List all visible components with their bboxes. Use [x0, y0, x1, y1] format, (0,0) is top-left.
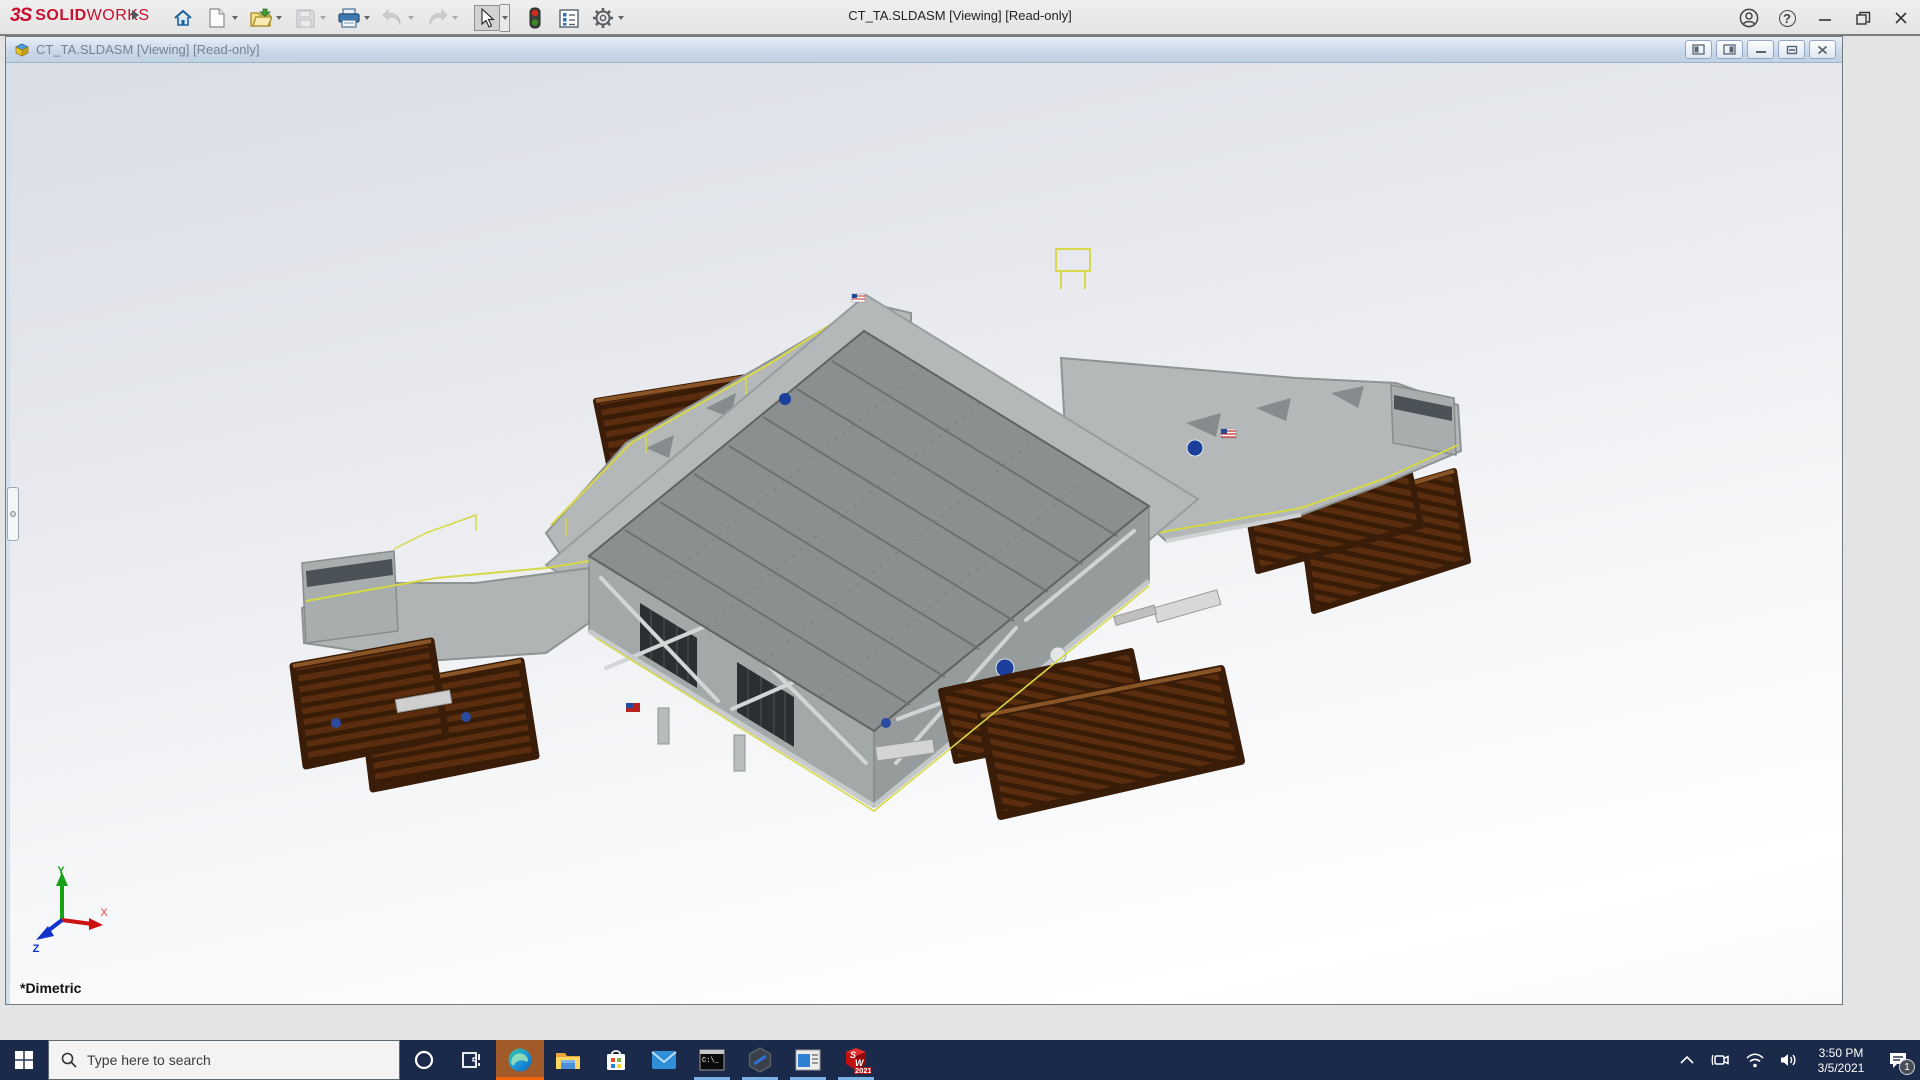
triad-y-label: Y: [57, 865, 65, 877]
feature-tree-splitter[interactable]: [7, 487, 19, 541]
taskbar-app-hexagon[interactable]: [736, 1040, 784, 1080]
taskbar-app-task-view[interactable]: [448, 1040, 496, 1080]
task-view-icon: [461, 1049, 483, 1071]
user-icon: [1739, 8, 1759, 28]
hexagon-app-icon: [747, 1047, 773, 1073]
taskbar-app-command-prompt[interactable]: C:\_: [688, 1040, 736, 1080]
pane-right-icon: [1723, 44, 1736, 55]
close-button[interactable]: [1882, 1, 1920, 35]
taskbar-search[interactable]: Type here to search: [48, 1040, 400, 1080]
tray-network-button[interactable]: [1738, 1040, 1772, 1080]
window-app-icon: [795, 1049, 821, 1071]
clock-date: 3/5/2021: [1806, 1061, 1876, 1076]
solidworks-application: 3S SOLIDWORKS: [0, 0, 1920, 1080]
minimize-button[interactable]: [1806, 1, 1844, 35]
minimize-icon: [1818, 11, 1832, 25]
nasa-logo: [779, 393, 791, 405]
action-center-button[interactable]: 1: [1876, 1040, 1920, 1080]
document-title: CT_TA.SLDASM [Viewing] [Read-only]: [36, 42, 260, 57]
user-account-button[interactable]: [1730, 1, 1768, 35]
search-icon: [61, 1052, 77, 1068]
taskbar-app-file-explorer[interactable]: [544, 1040, 592, 1080]
us-flag: [852, 294, 865, 302]
tray-clock[interactable]: 3:50 PM 3/5/2021: [1806, 1044, 1876, 1076]
restore-icon: [1856, 11, 1871, 26]
meet-now-icon: [1711, 1052, 1731, 1068]
wifi-icon: [1745, 1052, 1765, 1068]
doc-close-button[interactable]: [1809, 40, 1836, 59]
taskbar-app-mail[interactable]: [640, 1040, 688, 1080]
crawler-transporter-model: [6, 63, 1842, 1004]
tray-meet-now-button[interactable]: [1704, 1040, 1738, 1080]
document-titlebar[interactable]: CT_TA.SLDASM [Viewing] [Read-only]: [6, 37, 1842, 63]
tray-volume-button[interactable]: [1772, 1040, 1806, 1080]
nasa-logo: [1187, 440, 1203, 456]
close-icon: [1894, 11, 1908, 25]
clock-time: 3:50 PM: [1806, 1046, 1876, 1061]
us-flag: [1221, 429, 1236, 438]
app-title: CT_TA.SLDASM [Viewing] [Read-only]: [0, 8, 1920, 23]
triad-z-label: Z: [33, 943, 40, 952]
windows-logo-icon: [15, 1051, 33, 1069]
show-left-pane-button[interactable]: [1685, 40, 1712, 59]
system-tray: 3:50 PM 3/5/2021 1: [1670, 1040, 1920, 1080]
show-right-pane-button[interactable]: [1716, 40, 1743, 59]
graphics-viewport[interactable]: Y X Z *Dimetric: [6, 63, 1842, 1004]
doc-minimize-button[interactable]: [1747, 40, 1774, 59]
taskbar-app-edge[interactable]: [496, 1040, 544, 1080]
edge-icon: [507, 1047, 533, 1073]
chevron-up-icon: [1680, 1055, 1694, 1065]
orientation-triad: Y X Z: [28, 864, 114, 952]
help-button[interactable]: ?: [1768, 1, 1806, 35]
pane-left-icon: [1692, 44, 1705, 55]
taskbar-app-cortana[interactable]: [400, 1040, 448, 1080]
solidworks-app-icon: S W 2021: [841, 1046, 871, 1074]
restore-button[interactable]: [1844, 1, 1882, 35]
command-prompt-icon: C:\_: [699, 1049, 725, 1071]
assembly-file-icon: [14, 42, 30, 57]
search-placeholder: Type here to search: [87, 1052, 211, 1068]
taskbar-app-solidworks[interactable]: S W 2021: [832, 1040, 880, 1080]
taskbar-app-window[interactable]: [784, 1040, 832, 1080]
help-icon: ?: [1779, 10, 1796, 27]
start-button[interactable]: [0, 1040, 48, 1080]
svg-text:C:\_: C:\_: [702, 1057, 720, 1065]
lower-left-tracks: [293, 641, 536, 789]
doc-close-icon: [1817, 45, 1828, 55]
svg-text:2021: 2021: [855, 1066, 871, 1074]
doc-restore-icon: [1786, 45, 1798, 55]
doc-restore-button[interactable]: [1778, 40, 1805, 59]
notification-badge: 1: [1899, 1059, 1915, 1075]
mail-icon: [651, 1050, 677, 1070]
view-orientation-label: *Dimetric: [20, 980, 81, 996]
cortana-icon: [413, 1049, 435, 1071]
app-titlebar: 3S SOLIDWORKS: [0, 0, 1920, 36]
windows-taskbar: Type here to search: [0, 1040, 1920, 1080]
doc-minimize-icon: [1755, 45, 1767, 55]
tray-chevron-button[interactable]: [1670, 1040, 1704, 1080]
microsoft-store-icon: [604, 1048, 628, 1072]
triad-x-label: X: [100, 907, 108, 919]
volume-icon: [1779, 1052, 1799, 1068]
file-explorer-icon: [555, 1049, 581, 1071]
taskbar-app-store[interactable]: [592, 1040, 640, 1080]
document-window: CT_TA.SLDASM [Viewing] [Read-only]: [5, 36, 1843, 1005]
